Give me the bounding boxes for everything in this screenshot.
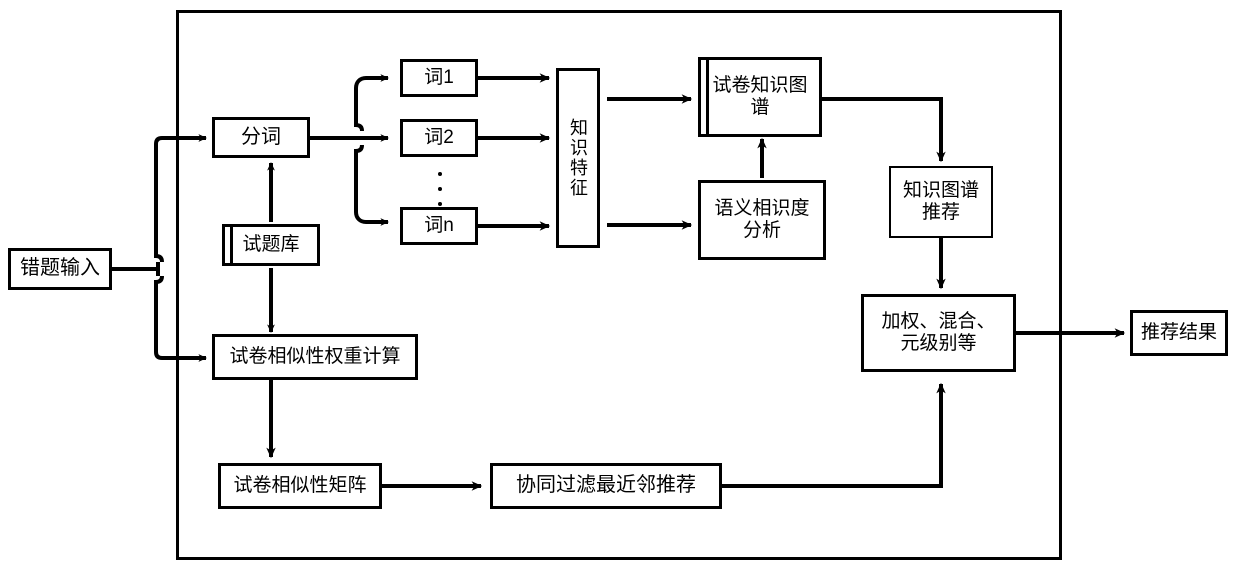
node-label: 知识图谱推荐	[902, 179, 979, 223]
ellipsis-dot	[438, 202, 442, 206]
node-collaborative-filtering[interactable]: 协同过滤最近邻推荐	[490, 463, 722, 509]
diagram-canvas: 错题输入 分词 试题库 词1 词2 词n 知识特征 试卷知识图谱 语义相识度分析…	[0, 0, 1240, 568]
node-word-segmentation[interactable]: 分词	[212, 117, 310, 158]
node-label: 试题库	[242, 233, 300, 255]
node-question-bank[interactable]: 试题库	[222, 224, 320, 266]
node-recommend-result[interactable]: 推荐结果	[1130, 310, 1228, 356]
node-label: 分词	[241, 125, 281, 148]
node-label: 错题输入	[20, 257, 100, 280]
node-wrong-question-input[interactable]: 错题输入	[8, 248, 112, 290]
node-label: 词2	[424, 126, 454, 148]
node-label: 知识特征	[568, 118, 588, 198]
node-label: 试卷相似性权重计算	[229, 345, 401, 367]
node-label: 推荐结果	[1140, 321, 1217, 343]
node-label: 试卷相似性矩阵	[233, 474, 367, 496]
node-label: 加权、混合、元级别等	[881, 310, 996, 354]
ellipsis-dot	[438, 187, 442, 191]
node-semantic-similarity-analysis[interactable]: 语义相识度分析	[698, 180, 826, 260]
ellipsis-dot	[438, 172, 442, 176]
word-list-ellipsis	[437, 172, 443, 206]
node-word-n[interactable]: 词n	[400, 207, 478, 245]
node-label: 协同过滤最近邻推荐	[516, 474, 696, 497]
node-label: 语义相识度分析	[714, 197, 810, 241]
node-knowledge-graph-recommend[interactable]: 知识图谱推荐	[889, 166, 993, 238]
node-paper-knowledge-graph[interactable]: 试卷知识图谱	[698, 57, 822, 137]
node-knowledge-feature[interactable]: 知识特征	[556, 68, 600, 248]
node-label: 词n	[424, 214, 454, 236]
node-label: 词1	[424, 66, 454, 88]
node-weighted-hybrid-meta[interactable]: 加权、混合、元级别等	[861, 294, 1016, 372]
node-paper-similarity-weight[interactable]: 试卷相似性权重计算	[212, 334, 418, 380]
node-label: 试卷知识图谱	[712, 74, 808, 118]
node-word-1[interactable]: 词1	[400, 59, 478, 97]
node-word-2[interactable]: 词2	[400, 119, 478, 157]
node-paper-similarity-matrix[interactable]: 试卷相似性矩阵	[218, 463, 382, 509]
